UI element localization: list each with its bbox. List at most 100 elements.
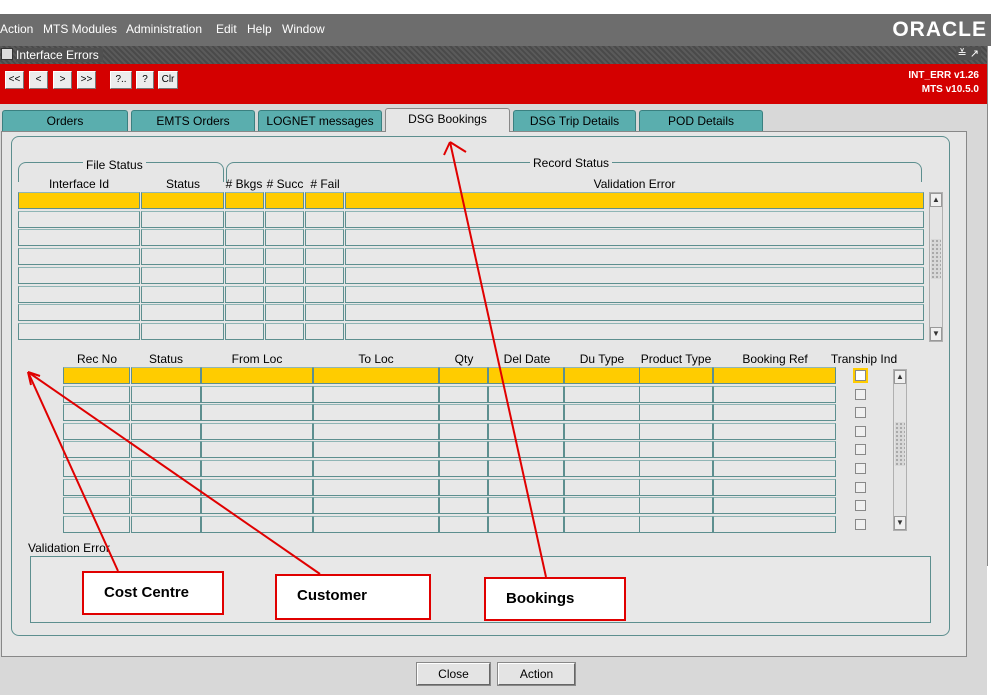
interface-id-cell[interactable] [18,211,140,228]
fail-cell[interactable] [305,229,344,246]
to-loc-cell[interactable] [313,497,439,514]
tranship-ind-checkbox[interactable] [855,463,866,474]
du-type-cell[interactable] [564,497,640,514]
du-type-cell[interactable] [564,516,640,533]
bkgs-cell[interactable] [225,192,264,209]
booking-ref-cell[interactable] [713,460,836,477]
status-cell[interactable] [131,386,201,403]
menu-window[interactable]: Window [282,22,325,36]
tranship-ind-checkbox[interactable] [855,407,866,418]
del-date-cell[interactable] [488,367,564,384]
du-type-cell[interactable] [564,479,640,496]
del-date-cell[interactable] [488,423,564,440]
bkgs-cell[interactable] [225,211,264,228]
validation-error-cell[interactable] [345,229,924,246]
product-type-cell[interactable] [639,441,713,458]
booking-ref-cell[interactable] [713,441,836,458]
validation-error-cell[interactable] [345,192,924,209]
du-type-cell[interactable] [564,441,640,458]
menu-mts-modules[interactable]: MTS Modules [43,22,117,36]
file-status-cell[interactable] [141,211,224,228]
del-date-cell[interactable] [488,386,564,403]
rec-no-cell[interactable] [63,497,130,514]
bkgs-cell[interactable] [225,323,264,340]
status-cell[interactable] [131,367,201,384]
tranship-ind-checkbox[interactable] [855,444,866,455]
bkgs-cell[interactable] [225,286,264,303]
bkgs-cell[interactable] [225,304,264,321]
to-loc-cell[interactable] [313,367,439,384]
qty-cell[interactable] [439,386,488,403]
window-controls-icon[interactable]: ≚ ↗ [955,47,981,60]
product-type-cell[interactable] [639,386,713,403]
qty-cell[interactable] [439,460,488,477]
validation-error-cell[interactable] [345,304,924,321]
close-button[interactable]: Close [416,662,491,686]
fail-cell[interactable] [305,211,344,228]
from-loc-cell[interactable] [201,460,313,477]
file-status-cell[interactable] [141,248,224,265]
from-loc-cell[interactable] [201,404,313,421]
validation-error-cell[interactable] [345,211,924,228]
qty-cell[interactable] [439,404,488,421]
menu-edit[interactable]: Edit [216,22,237,36]
interface-id-cell[interactable] [18,229,140,246]
scroll-grip[interactable] [931,239,941,279]
product-type-cell[interactable] [639,460,713,477]
status-cell[interactable] [131,497,201,514]
qty-cell[interactable] [439,479,488,496]
first-record-button[interactable]: << [5,71,24,89]
status-cell[interactable] [131,441,201,458]
product-type-cell[interactable] [639,497,713,514]
succ-cell[interactable] [265,248,304,265]
to-loc-cell[interactable] [313,479,439,496]
product-type-cell[interactable] [639,404,713,421]
lower-scrollbar[interactable]: ▲ ▼ [893,369,907,531]
menu-help[interactable]: Help [247,22,272,36]
product-type-cell[interactable] [639,367,713,384]
action-button[interactable]: Action [497,662,576,686]
product-type-cell[interactable] [639,423,713,440]
succ-cell[interactable] [265,211,304,228]
tranship-ind-checkbox[interactable] [855,519,866,530]
succ-cell[interactable] [265,323,304,340]
scroll-down-icon[interactable]: ▼ [894,516,906,530]
qty-cell[interactable] [439,367,488,384]
du-type-cell[interactable] [564,386,640,403]
to-loc-cell[interactable] [313,460,439,477]
to-loc-cell[interactable] [313,516,439,533]
status-cell[interactable] [131,423,201,440]
validation-error-cell[interactable] [345,323,924,340]
product-type-cell[interactable] [639,516,713,533]
file-status-cell[interactable] [141,192,224,209]
from-loc-cell[interactable] [201,423,313,440]
fail-cell[interactable] [305,248,344,265]
upper-scrollbar[interactable]: ▲ ▼ [929,192,943,342]
du-type-cell[interactable] [564,423,640,440]
booking-ref-cell[interactable] [713,479,836,496]
succ-cell[interactable] [265,192,304,209]
from-loc-cell[interactable] [201,479,313,496]
tab-dsg-trip-details[interactable]: DSG Trip Details [513,110,636,131]
tab-emts-orders[interactable]: EMTS Orders [131,110,255,131]
booking-ref-cell[interactable] [713,404,836,421]
to-loc-cell[interactable] [313,386,439,403]
previous-record-button[interactable]: < [29,71,48,89]
scroll-down-icon[interactable]: ▼ [930,327,942,341]
from-loc-cell[interactable] [201,516,313,533]
tranship-ind-checkbox[interactable] [855,500,866,511]
bkgs-cell[interactable] [225,267,264,284]
fail-cell[interactable] [305,286,344,303]
succ-cell[interactable] [265,304,304,321]
succ-cell[interactable] [265,286,304,303]
rec-no-cell[interactable] [63,386,130,403]
product-type-cell[interactable] [639,479,713,496]
from-loc-cell[interactable] [201,497,313,514]
status-cell[interactable] [131,479,201,496]
tab-lognet-messages[interactable]: LOGNET messages [258,110,382,131]
status-cell[interactable] [131,404,201,421]
menu-administration[interactable]: Administration [126,22,202,36]
status-cell[interactable] [131,516,201,533]
tranship-ind-checkbox[interactable] [855,426,866,437]
del-date-cell[interactable] [488,516,564,533]
